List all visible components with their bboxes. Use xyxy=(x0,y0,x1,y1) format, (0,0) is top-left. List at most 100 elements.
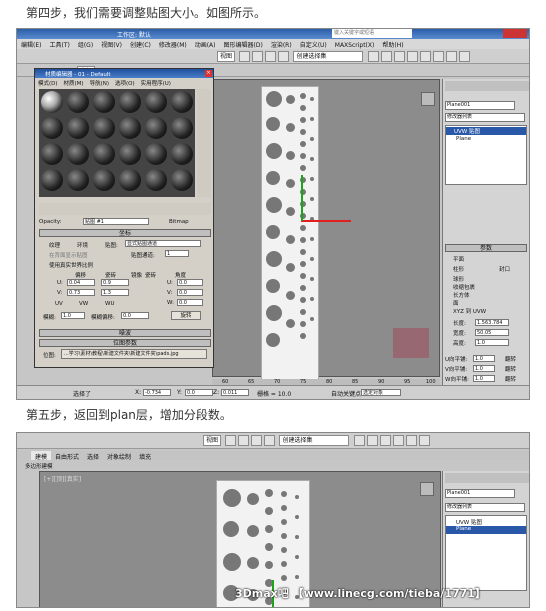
z-coord-field[interactable]: 0.011 xyxy=(221,389,249,396)
bitmap-path-button[interactable]: ...学习\素材\教程\新建文件夹\新建文件夹\pads.jpg xyxy=(61,349,207,359)
material-slot[interactable] xyxy=(41,143,63,165)
material-slot[interactable] xyxy=(119,169,141,191)
named-selection-set-2[interactable]: 创建选择集 xyxy=(279,435,350,446)
mapping-option-spherical[interactable]: 球形 xyxy=(453,275,464,283)
length-field[interactable]: 1.563.784 xyxy=(475,319,509,326)
menu-graph-editors[interactable]: 图形编辑器(D) xyxy=(220,39,267,49)
menu-material[interactable]: 材质(M) xyxy=(61,81,87,87)
material-slot[interactable] xyxy=(93,91,115,113)
named-selection-set[interactable]: 创建选择集 xyxy=(293,51,364,62)
snap-icon[interactable] xyxy=(239,51,251,62)
v-tile-field[interactable]: 1.0 xyxy=(473,365,495,372)
v-offset-field[interactable]: 0.73 xyxy=(67,289,95,296)
w-angle-field[interactable]: 0.0 xyxy=(177,299,203,306)
blur-field[interactable]: 1.0 xyxy=(61,312,85,319)
blur-offset-field[interactable]: 0.0 xyxy=(121,312,149,319)
mapping-option-cylindrical[interactable]: 柱形 xyxy=(453,265,464,273)
material-slot[interactable] xyxy=(41,169,63,191)
stack-item-uvw-map[interactable]: UVW 贴图 xyxy=(446,127,526,135)
material-slot[interactable] xyxy=(93,143,115,165)
tab-selection[interactable]: 选择 xyxy=(83,451,103,460)
parameters-rollout[interactable]: 参数 xyxy=(445,244,527,252)
material-slot[interactable] xyxy=(171,169,193,191)
map-name-field[interactable]: 贴图 #1 xyxy=(83,218,149,225)
material-slot[interactable] xyxy=(171,91,193,113)
material-slot[interactable] xyxy=(67,91,89,113)
gizmo-y-axis[interactable] xyxy=(301,175,303,221)
material-slot[interactable] xyxy=(145,117,167,139)
vw-radio[interactable]: VW xyxy=(79,301,88,307)
menu-animation[interactable]: 动画(A) xyxy=(191,39,220,49)
noise-rollout[interactable]: 噪波 xyxy=(39,329,211,337)
w-flip-checkbox[interactable]: 翻转 xyxy=(505,375,516,383)
search-input[interactable]: 键入关键字或短语 xyxy=(332,29,412,38)
menu-create[interactable]: 创建(C) xyxy=(126,39,155,49)
material-slot[interactable] xyxy=(67,169,89,191)
autokey-button[interactable]: 自动关键点 xyxy=(331,389,361,398)
u-tiling-field[interactable]: 0.9 xyxy=(101,279,129,286)
u-flip-checkbox[interactable]: 翻转 xyxy=(505,355,516,363)
texture-radio[interactable]: 纹理 xyxy=(49,241,60,249)
height-field[interactable]: 1.0 xyxy=(475,339,509,346)
tab-object-paint[interactable]: 对象绘制 xyxy=(103,451,135,460)
real-world-scale-checkbox[interactable]: 使用真实世界比例 xyxy=(49,261,93,269)
menu-customize[interactable]: 自定义(U) xyxy=(296,39,331,49)
stack-item-uvw-map[interactable]: UVW 贴图 xyxy=(456,518,482,526)
material-slot[interactable] xyxy=(93,117,115,139)
show-map-on-back-checkbox[interactable]: 在背面显示贴图 xyxy=(49,251,88,259)
x-coord-field[interactable]: -0.734 xyxy=(143,389,171,396)
mapping-option-box[interactable]: 长方体 xyxy=(453,291,470,299)
menu-help[interactable]: 帮助(H) xyxy=(378,39,407,49)
stack-item-plane[interactable]: Plane xyxy=(446,526,526,534)
uv-radio[interactable]: UV xyxy=(55,301,63,307)
material-bottom-toolbar[interactable] xyxy=(39,203,211,215)
y-coord-field[interactable]: 0.0 xyxy=(185,389,213,396)
menu-utilities[interactable]: 实用程序(U) xyxy=(138,81,174,87)
map-type-button[interactable]: Bitmap xyxy=(169,219,189,225)
align-icon[interactable] xyxy=(380,51,392,62)
mapping-dropdown[interactable]: 显式贴图通道 xyxy=(125,240,201,247)
schematic-icon[interactable] xyxy=(419,51,431,62)
mapping-option-face[interactable]: 面 xyxy=(453,299,459,307)
snap-icon[interactable] xyxy=(225,435,237,446)
curve-editor-icon[interactable] xyxy=(406,51,418,62)
v-angle-field[interactable]: 0.0 xyxy=(177,289,203,296)
command-panel-tabs[interactable] xyxy=(445,473,529,483)
menu-view[interactable]: 视图(V) xyxy=(97,39,126,49)
key-filter-dropdown[interactable]: 选定对象 xyxy=(361,389,401,396)
spinner-snap-icon[interactable] xyxy=(264,435,276,446)
width-field[interactable]: 50.05 xyxy=(475,329,509,336)
v-flip-checkbox[interactable]: 翻转 xyxy=(505,365,516,373)
w-tile-field[interactable]: 1.0 xyxy=(473,375,495,382)
material-slot[interactable] xyxy=(145,169,167,191)
rotate-button[interactable]: 旋转 xyxy=(171,311,201,320)
material-slot[interactable] xyxy=(171,117,193,139)
menu-rendering[interactable]: 渲染(R) xyxy=(267,39,296,49)
render-icon[interactable] xyxy=(458,51,470,62)
material-slot[interactable] xyxy=(145,143,167,165)
layer-icon[interactable] xyxy=(379,435,391,446)
material-slot[interactable] xyxy=(67,143,89,165)
material-slot[interactable] xyxy=(145,91,167,113)
menu-edit[interactable]: 编辑(E) xyxy=(17,39,45,49)
align-icon[interactable] xyxy=(366,435,378,446)
render-icon[interactable] xyxy=(418,435,430,446)
bitmap-parameters-rollout[interactable]: 位图参数 xyxy=(39,339,211,347)
menu-tools[interactable]: 工具(T) xyxy=(45,39,73,49)
material-editor-icon[interactable] xyxy=(405,435,417,446)
menu-group[interactable]: 组(G) xyxy=(74,39,97,49)
angle-snap-icon[interactable] xyxy=(252,51,264,62)
layer-icon[interactable] xyxy=(393,51,405,62)
viewcube-icon[interactable] xyxy=(421,92,435,106)
u-angle-field[interactable]: 0.0 xyxy=(177,279,203,286)
gizmo-x-axis[interactable] xyxy=(301,220,351,222)
tab-freeform[interactable]: 自由形式 xyxy=(51,451,83,460)
menu-options[interactable]: 选项(O) xyxy=(112,81,138,87)
material-slot[interactable] xyxy=(119,143,141,165)
viewport-label[interactable]: [+][顶][真实] xyxy=(44,474,81,483)
material-slot[interactable] xyxy=(67,117,89,139)
coordinates-rollout[interactable]: 坐标 xyxy=(39,229,211,237)
object-name-field[interactable]: Plane001 xyxy=(445,489,515,498)
material-slot[interactable] xyxy=(41,117,63,139)
mapping-option-planar[interactable]: 平面 xyxy=(453,255,464,263)
